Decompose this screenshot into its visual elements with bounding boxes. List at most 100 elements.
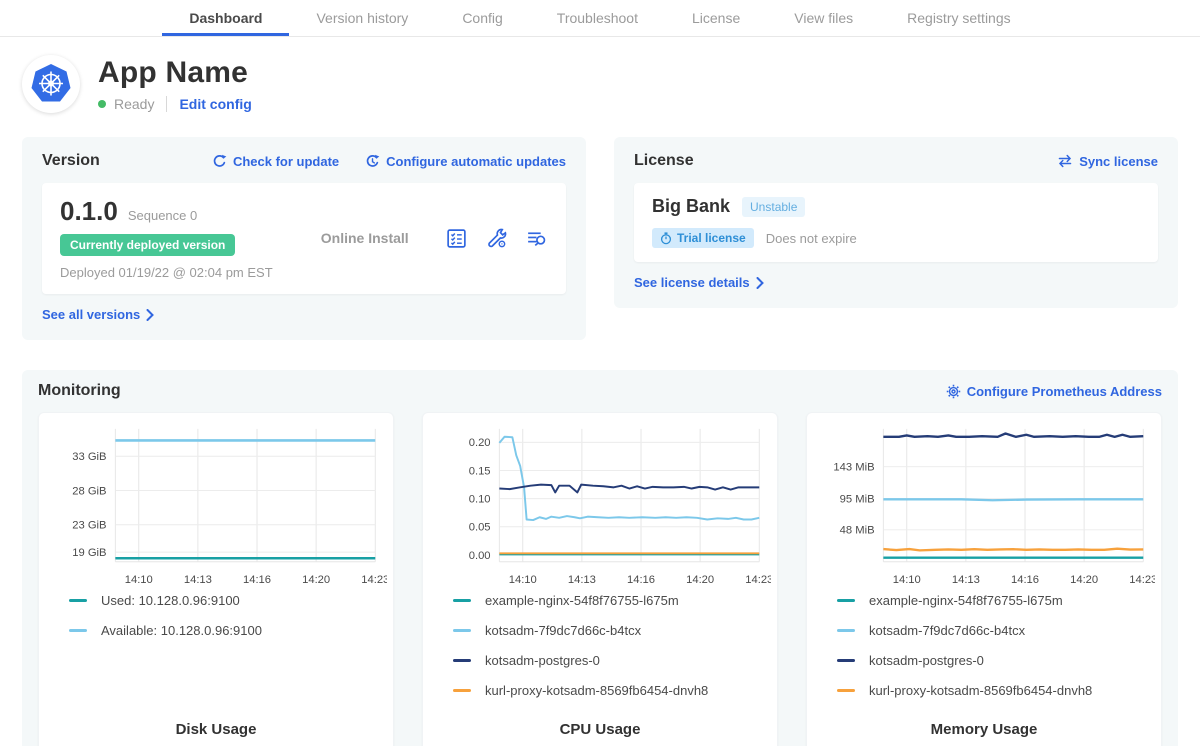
chart-title: Memory Usage: [813, 721, 1155, 740]
legend-dash-icon: [453, 629, 471, 632]
tab-license[interactable]: License: [665, 0, 767, 36]
legend-dash-icon: [837, 689, 855, 692]
svg-text:28 GiB: 28 GiB: [72, 485, 106, 497]
legend-label: kurl-proxy-kotsadm-8569fb6454-dnvh8: [485, 683, 708, 698]
app-header: App Name Ready Edit config: [0, 37, 1200, 127]
svg-text:23 GiB: 23 GiB: [72, 520, 106, 532]
version-heading: Version: [42, 152, 100, 170]
legend-dash-icon: [837, 629, 855, 632]
kots-dashboard-page: DashboardVersion historyConfigTroublesho…: [0, 0, 1200, 746]
sync-icon: [1057, 154, 1073, 168]
svg-text:0.10: 0.10: [469, 494, 491, 506]
svg-text:14:13: 14:13: [184, 574, 212, 586]
license-panel: License Sync license Big Bank Unstable: [614, 137, 1178, 308]
chart-card-memory-usage: 143 MiB 95 MiB 48 MiB 14:10 14:13 14:16 14:20 1…: [806, 412, 1162, 746]
charts-row: 33 GiB28 GiB23 GiB19 GiB14:1014:1314:161…: [38, 412, 1162, 746]
chart-card-cpu-usage: 0.200.150.100.050.0014:1014:1314:1614:20…: [422, 412, 778, 746]
legend-item: kurl-proxy-kotsadm-8569fb6454-dnvh8: [453, 683, 771, 698]
svg-text:14:16: 14:16: [1011, 574, 1039, 586]
legend-item: kotsadm-postgres-0: [453, 653, 771, 668]
see-license-details-link[interactable]: See license details: [634, 275, 765, 290]
customer-name: Big Bank: [652, 196, 730, 217]
schedule-update-icon: [365, 154, 380, 169]
app-status: Ready: [114, 96, 154, 112]
legend-dash-icon: [453, 599, 471, 602]
version-number: 0.1.0: [60, 196, 118, 227]
chart-legend: example-nginx-54f8f76755-l675m kotsadm-7f…: [837, 593, 1155, 713]
legend-label: Used: 10.128.0.96:9100: [101, 593, 240, 608]
configure-prometheus-link[interactable]: Configure Prometheus Address: [946, 384, 1162, 399]
chart-title: Disk Usage: [45, 721, 387, 740]
svg-text:14:10: 14:10: [125, 574, 153, 586]
svg-text:14:10: 14:10: [509, 574, 537, 586]
svg-text:33 GiB: 33 GiB: [72, 451, 106, 463]
legend-label: example-nginx-54f8f76755-l675m: [485, 593, 679, 608]
svg-text:14:13: 14:13: [952, 574, 980, 586]
svg-text:14:16: 14:16: [243, 574, 271, 586]
legend-item: Used: 10.128.0.96:9100: [69, 593, 387, 608]
legend-dash-icon: [69, 629, 87, 632]
legend-dash-icon: [69, 599, 87, 602]
legend-item: example-nginx-54f8f76755-l675m: [837, 593, 1155, 608]
app-title-block: App Name Ready Edit config: [98, 56, 252, 112]
sequence-label: Sequence 0: [128, 208, 197, 223]
license-heading: License: [634, 152, 694, 170]
tab-view-files[interactable]: View files: [767, 0, 880, 36]
legend-item: kurl-proxy-kotsadm-8569fb6454-dnvh8: [837, 683, 1155, 698]
refresh-icon: [212, 154, 227, 169]
tab-dashboard[interactable]: Dashboard: [162, 0, 289, 36]
legend-label: kotsadm-7f9dc7d66c-b4tcx: [485, 623, 641, 638]
svg-text:143 MiB: 143 MiB: [833, 462, 874, 474]
svg-text:14:10: 14:10: [893, 574, 921, 586]
legend-dash-icon: [837, 599, 855, 602]
expiry-label: Does not expire: [766, 231, 857, 246]
legend-dash-icon: [453, 689, 471, 692]
legend-label: Available: 10.128.0.96:9100: [101, 623, 262, 638]
see-all-versions-link[interactable]: See all versions: [42, 307, 155, 322]
deployed-badge: Currently deployed version: [60, 234, 235, 256]
kubernetes-icon: [28, 61, 74, 107]
svg-text:14:20: 14:20: [686, 574, 714, 586]
app-title: App Name: [98, 56, 252, 90]
svg-text:0.00: 0.00: [469, 550, 491, 562]
monitoring-heading: Monitoring: [38, 382, 121, 400]
chart-legend: example-nginx-54f8f76755-l675m kotsadm-7f…: [453, 593, 771, 713]
status-dot-icon: [98, 100, 106, 108]
chart-plot: 143 MiB 95 MiB 48 MiB 14:10 14:13 14:16 14:20 1…: [813, 421, 1155, 589]
install-type-label: Online Install: [284, 230, 445, 246]
check-for-update-link[interactable]: Check for update: [212, 154, 339, 169]
view-logs-icon[interactable]: [525, 227, 548, 250]
gear-icon: [946, 384, 961, 399]
svg-text:48 MiB: 48 MiB: [840, 525, 875, 537]
configure-automatic-updates-link[interactable]: Configure automatic updates: [365, 154, 566, 169]
svg-text:14:20: 14:20: [1070, 574, 1098, 586]
preflight-checks-icon[interactable]: [445, 227, 468, 250]
version-panel: Version Check for update Configure autom…: [22, 137, 586, 340]
chart-card-disk-usage: 33 GiB 28 GiB 23 GiB 19 GiB 14:10 14:13 14:16 1…: [38, 412, 394, 746]
svg-text:14:23: 14:23: [1129, 574, 1155, 586]
app-logo: [22, 55, 80, 113]
chevron-right-icon: [756, 277, 765, 289]
sync-license-link[interactable]: Sync license: [1057, 154, 1158, 169]
svg-text:14:23: 14:23: [361, 574, 387, 586]
legend-label: kotsadm-7f9dc7d66c-b4tcx: [869, 623, 1025, 638]
channel-badge: Unstable: [742, 197, 805, 217]
tab-troubleshoot[interactable]: Troubleshoot: [530, 0, 665, 36]
svg-text:95 MiB: 95 MiB: [840, 493, 875, 505]
chart-plot: 33 GiB 28 GiB 23 GiB 19 GiB 14:10 14:13 14:16 1…: [45, 421, 387, 589]
monitoring-panel: Monitoring Configure Prometheus Address …: [22, 370, 1178, 746]
tab-version-history[interactable]: Version history: [289, 0, 435, 36]
legend-label: kotsadm-postgres-0: [485, 653, 600, 668]
config-wrench-icon[interactable]: [485, 227, 508, 250]
legend-item: kotsadm-7f9dc7d66c-b4tcx: [453, 623, 771, 638]
svg-text:19 GiB: 19 GiB: [72, 547, 106, 559]
chart-plot: 0.200.150.100.050.0014:1014:1314:1614:20…: [429, 421, 771, 589]
svg-text:14:20: 14:20: [302, 574, 330, 586]
tab-config[interactable]: Config: [435, 0, 529, 36]
svg-text:14:13: 14:13: [568, 574, 596, 586]
legend-item: kotsadm-postgres-0: [837, 653, 1155, 668]
top-nav: DashboardVersion historyConfigTroublesho…: [0, 0, 1200, 37]
edit-config-link[interactable]: Edit config: [179, 96, 251, 112]
tab-registry-settings[interactable]: Registry settings: [880, 0, 1037, 36]
legend-label: kotsadm-postgres-0: [869, 653, 984, 668]
